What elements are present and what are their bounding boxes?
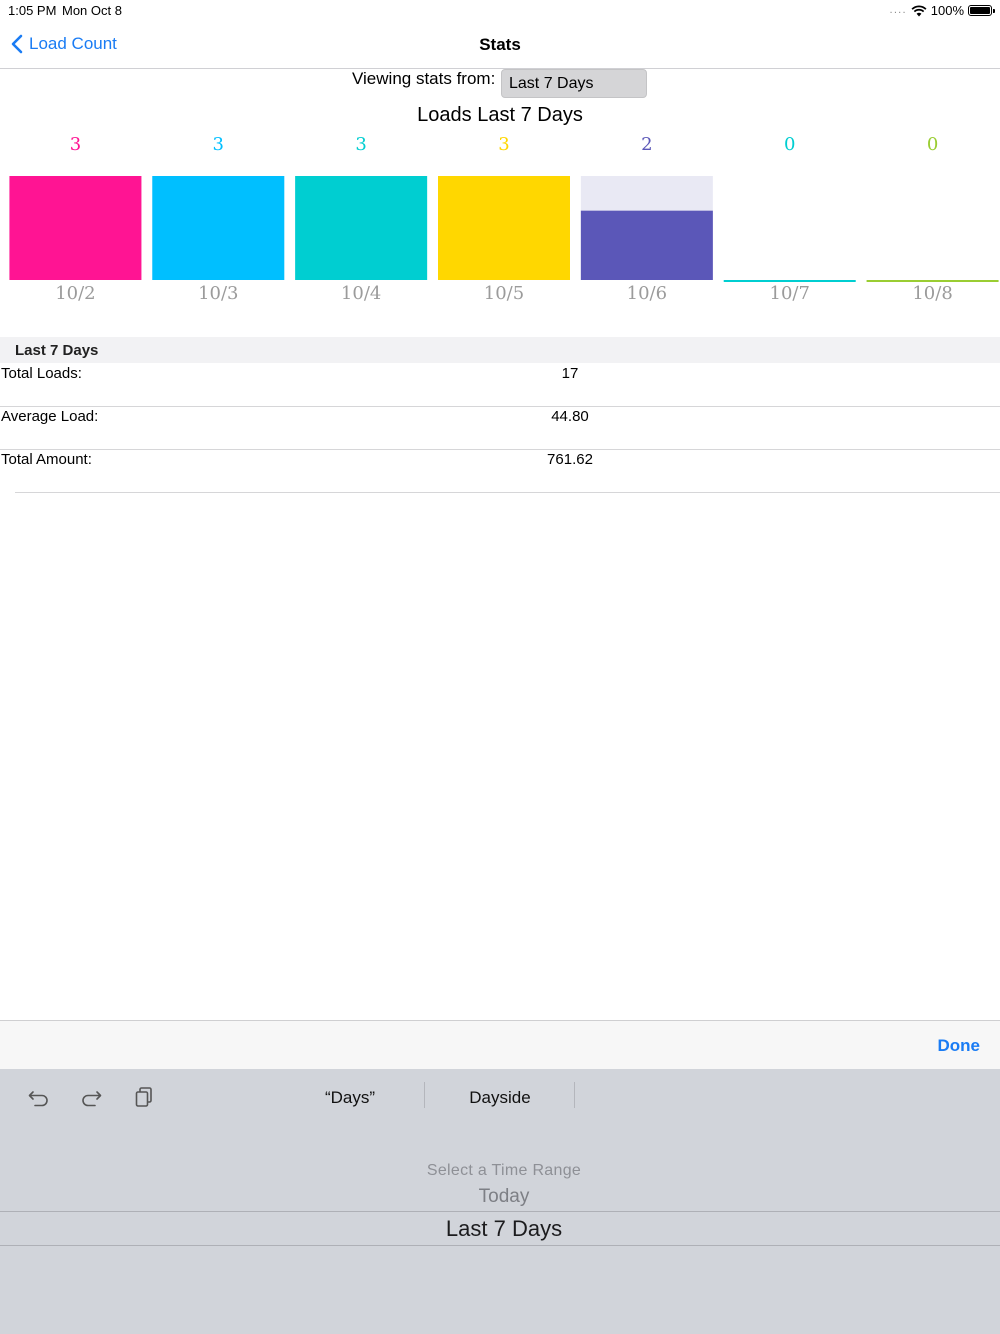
status-time: 1:05 PM: [8, 3, 57, 18]
suggestion-dayside[interactable]: Dayside: [425, 1085, 575, 1112]
suggestion-days[interactable]: “Days”: [275, 1085, 425, 1112]
bar-category-label: 10/2: [55, 283, 95, 304]
stat-value: 44.80: [551, 408, 589, 425]
bar-value-label: 3: [213, 134, 224, 155]
stat-row-total-loads: Total Loads: 17: [0, 363, 1000, 407]
bar-value-label: 2: [641, 134, 652, 155]
undo-icon[interactable]: [27, 1085, 51, 1109]
bar-category-label: 10/4: [341, 283, 381, 304]
suggestion-divider: [574, 1082, 575, 1108]
wifi-icon: [911, 5, 927, 16]
stat-row-average-load: Average Load: 44.80: [0, 406, 1000, 450]
picker-accessory-bar: Done: [0, 1020, 1000, 1069]
bar-category-label: 10/5: [484, 283, 524, 304]
picker-option-placeholder[interactable]: Select a Time Range: [0, 1162, 1000, 1180]
bar-category-label: 10/3: [198, 283, 238, 304]
stats-section-title: Last 7 Days: [15, 342, 99, 359]
battery-icon: [968, 5, 995, 16]
bar: [9, 176, 142, 280]
bar: [295, 176, 428, 280]
bar-value-label: 0: [927, 134, 938, 155]
status-right: ․․․․ 100%: [889, 3, 995, 18]
stat-label: Average Load:: [1, 408, 99, 425]
done-button[interactable]: Done: [938, 1036, 981, 1056]
status-bar: 1:05 PM Mon Oct 8 ․․․․ 100%: [0, 0, 1000, 22]
loads-bar-chart: 3 10/2 3 10/3 3 10/4 3 10/5 2 10/6 0 10/7 0 10/8: [9, 134, 999, 304]
picker-selection-top-line: [0, 1211, 1000, 1212]
navigation-bar: Load Count Stats: [0, 22, 1000, 69]
status-date: Mon Oct 8: [62, 3, 122, 18]
battery-percent: 100%: [930, 3, 964, 18]
cellular-signal-icon: ․․․․: [889, 5, 907, 16]
chart-title: Loads Last 7 Days: [417, 104, 583, 126]
bar-value-label: 3: [355, 134, 366, 155]
bar-zero-line: [866, 280, 999, 282]
picker-option-today[interactable]: Today: [0, 1186, 1000, 1208]
bar-category-label: 10/6: [627, 283, 667, 304]
bar-value-label: 0: [784, 134, 795, 155]
stats-section-header: Last 7 Days: [0, 337, 1000, 363]
bar-category-label: 10/7: [770, 283, 810, 304]
stat-label: Total Amount:: [1, 451, 92, 468]
bar: [438, 176, 570, 280]
bar-zero-line: [723, 280, 856, 282]
picker-option-last-7-days[interactable]: Last 7 Days: [0, 1216, 1000, 1242]
viewing-stats-label: Viewing stats from:: [352, 69, 496, 88]
page-title: Stats: [479, 35, 521, 54]
redo-icon[interactable]: [79, 1085, 103, 1109]
bar-value-label: 3: [498, 134, 509, 155]
stat-row-total-amount: Total Amount: 761.62: [1, 449, 1000, 493]
bar-category-label: 10/8: [912, 283, 952, 304]
stat-value: 761.62: [547, 451, 593, 468]
stat-value: 17: [561, 365, 579, 382]
time-range-field[interactable]: Last 7 Days: [501, 69, 647, 98]
stat-label: Total Loads:: [1, 365, 82, 382]
bar: [152, 176, 285, 280]
clipboard-icon[interactable]: [132, 1085, 156, 1109]
bar: [580, 210, 713, 280]
bar-value-label: 3: [70, 134, 81, 155]
picker-selection-bottom-line: [0, 1245, 1000, 1246]
